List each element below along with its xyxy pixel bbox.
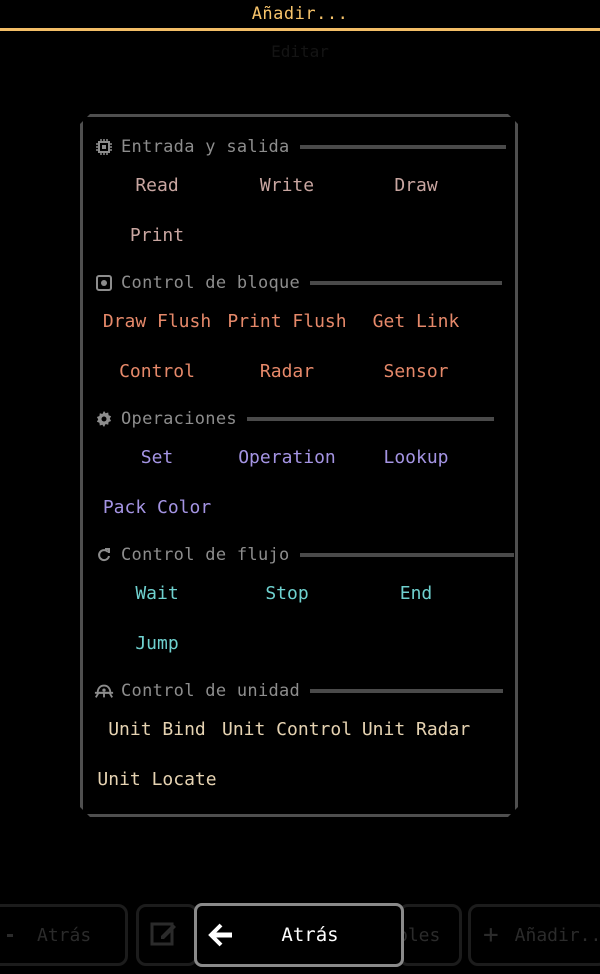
item-jump[interactable]: Jump <box>92 628 222 660</box>
section-title: Entrada y salida <box>121 137 290 157</box>
item-end[interactable]: End <box>351 578 481 610</box>
section-title: Control de unidad <box>121 681 301 701</box>
back-button[interactable]: Atrás <box>194 903 404 967</box>
header-divider <box>0 28 600 31</box>
item-draw-flush[interactable]: Draw Flush <box>92 306 222 338</box>
section-title: Control de bloque <box>121 273 301 293</box>
item-stop[interactable]: Stop <box>222 578 352 610</box>
dialog-title: Añadir... <box>251 4 349 24</box>
item-control[interactable]: Control <box>92 356 222 388</box>
chip-icon <box>94 137 114 157</box>
block-icon <box>94 273 114 293</box>
section-header-unit: Control de unidad <box>94 679 504 703</box>
unit-icon <box>94 681 114 701</box>
section-title: Operaciones <box>121 409 237 429</box>
arrow-left-icon <box>207 921 235 949</box>
bg-back-button: Atrás <box>0 904 128 966</box>
item-get-link[interactable]: Get Link <box>351 306 481 338</box>
bg-add-button: + Añadir... <box>468 904 600 966</box>
section-title: Control de flujo <box>121 545 290 565</box>
section-header-io: Entrada y salida <box>94 135 506 159</box>
item-unit-bind[interactable]: Unit Bind <box>92 714 222 746</box>
item-print-flush[interactable]: Print Flush <box>222 306 352 338</box>
item-unit-radar[interactable]: Unit Radar <box>351 714 481 746</box>
section-divider <box>246 417 494 421</box>
section-divider <box>299 553 514 557</box>
plus-icon: + <box>483 920 499 950</box>
item-wait[interactable]: Wait <box>92 578 222 610</box>
item-lookup[interactable]: Lookup <box>351 442 481 474</box>
item-unit-locate[interactable]: Unit Locate <box>92 764 222 796</box>
item-unit-control[interactable]: Unit Control <box>222 714 352 746</box>
pencil-icon <box>149 918 179 953</box>
item-pack-color[interactable]: Pack Color <box>92 492 222 524</box>
bg-variables-button: bles <box>397 904 462 966</box>
section-header-ops: Operaciones <box>94 407 494 431</box>
item-write[interactable]: Write <box>222 170 352 202</box>
dialog-header: Añadir... <box>0 0 600 31</box>
item-operation[interactable]: Operation <box>222 442 352 474</box>
item-radar[interactable]: Radar <box>222 356 352 388</box>
item-read[interactable]: Read <box>92 170 222 202</box>
background-title: Editar <box>271 42 329 61</box>
item-print[interactable]: Print <box>92 220 222 252</box>
section-header-flow: Control de flujo <box>94 543 514 567</box>
arrow-left-icon <box>7 933 13 937</box>
bg-edit-button <box>136 904 198 966</box>
bg-back-label: Atrás <box>37 924 92 946</box>
refresh-icon <box>94 545 114 565</box>
section-divider <box>310 689 504 693</box>
gear-icon <box>94 409 114 429</box>
item-draw[interactable]: Draw <box>351 170 481 202</box>
section-header-block: Control de bloque <box>94 271 503 295</box>
back-label: Atrás <box>281 924 339 946</box>
bg-add-label: Añadir... <box>514 924 600 946</box>
item-set[interactable]: Set <box>92 442 222 474</box>
section-divider <box>299 145 506 149</box>
section-divider <box>310 281 503 285</box>
item-sensor[interactable]: Sensor <box>351 356 481 388</box>
